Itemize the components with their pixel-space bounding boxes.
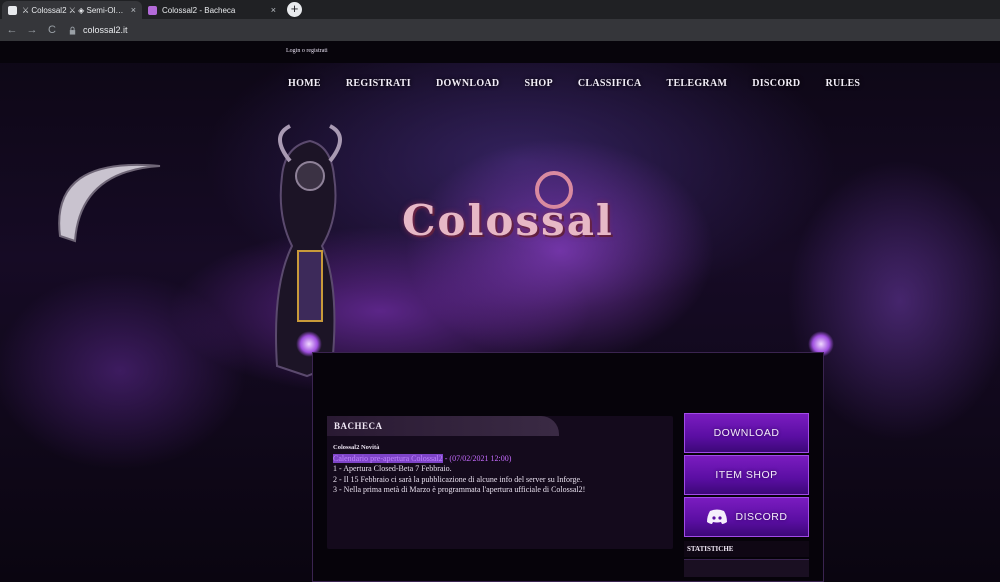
bacheca-panel: BACHECA Colossal2 Novità Calendario pre-…: [327, 416, 673, 549]
statistiche-box: [684, 559, 809, 577]
nav-download[interactable]: Download: [436, 78, 500, 89]
nav-shop[interactable]: Shop: [524, 78, 552, 89]
reload-button[interactable]: C: [44, 24, 60, 36]
statistiche-title: STATISTICHE: [684, 541, 809, 557]
browser-tab-bar: ⚔ Colossal2 ⚔ ◈ Semi-OldStyle · × Coloss…: [0, 0, 1000, 19]
login-link[interactable]: Login o registrati: [286, 48, 328, 54]
nav-rules[interactable]: Rules: [825, 78, 860, 89]
colossal-logo: Colossal: [402, 196, 614, 245]
bacheca-title: BACHECA: [327, 416, 559, 436]
tab-title: ⚔ Colossal2 ⚔ ◈ Semi-OldStyle ·: [22, 5, 127, 15]
browser-address-bar: ← → C colossal2.it: [0, 19, 1000, 41]
news-line: 3 - Nella prima metà di Marzo è programm…: [333, 485, 586, 494]
download-button[interactable]: DOWNLOAD: [684, 413, 809, 453]
site-favicon-icon: [148, 5, 157, 15]
nav-registrati[interactable]: Registrati: [346, 78, 411, 89]
nav-home[interactable]: Home: [288, 78, 321, 89]
nav-telegram[interactable]: Telegram: [666, 78, 727, 89]
tab-colossal2-bacheca[interactable]: Colossal2 - Bacheca ×: [142, 1, 282, 19]
back-button[interactable]: ←: [4, 24, 20, 36]
site-favicon-icon: [8, 5, 17, 15]
bacheca-body: Colossal2 Novità Calendario pre-apertura…: [327, 436, 673, 503]
nav-discord[interactable]: Discord: [752, 78, 800, 89]
top-strip: [0, 41, 1000, 63]
download-button-label: DOWNLOAD: [713, 427, 780, 439]
news-line: 1 - Apertura Closed-Beta 7 Febbraio.: [333, 464, 452, 473]
new-tab-button[interactable]: +: [287, 2, 302, 17]
news-line: 2 - Il 15 Febbraio ci sarà la pubblicazi…: [333, 474, 583, 484]
main-navigation: Home Registrati Download Shop Classifica…: [288, 78, 885, 89]
discord-button-label: DISCORD: [735, 511, 788, 523]
news-link-title[interactable]: Calendario pre-apertura Colossal2: [333, 453, 443, 463]
news-title: Colossal2 Novità: [333, 444, 380, 451]
news-link-date: - (07/02/2021 12:00): [442, 453, 512, 463]
scythe-illustration: [58, 163, 161, 243]
tab-title: Colossal2 - Bacheca: [162, 5, 236, 15]
website-page: Login o registrati Home Registrati Downl…: [0, 41, 1000, 582]
discord-icon: [706, 509, 727, 524]
lock-icon: [69, 26, 76, 35]
url-text: colossal2.it: [83, 25, 128, 35]
tab-close-icon[interactable]: ×: [271, 5, 276, 15]
sidebar: DOWNLOAD ITEM SHOP DISCORD STATISTICHE: [684, 413, 809, 577]
nav-classifica[interactable]: Classifica: [578, 78, 642, 89]
news-link[interactable]: Calendario pre-apertura Colossal2 - (07/…: [333, 453, 667, 465]
item-shop-button[interactable]: ITEM SHOP: [684, 455, 809, 495]
tab-close-icon[interactable]: ×: [131, 5, 136, 15]
discord-button[interactable]: DISCORD: [684, 497, 809, 537]
forward-button[interactable]: →: [24, 24, 40, 36]
item-shop-button-label: ITEM SHOP: [715, 469, 778, 481]
tab-colossal2-home[interactable]: ⚔ Colossal2 ⚔ ◈ Semi-OldStyle · ×: [2, 1, 142, 19]
url-field[interactable]: colossal2.it: [68, 22, 994, 38]
